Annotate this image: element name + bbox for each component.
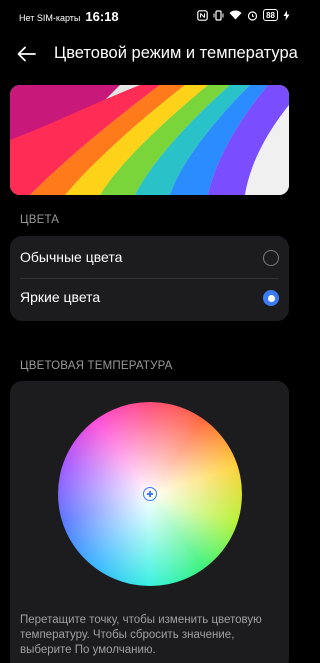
- radio-button-selected[interactable]: [263, 290, 279, 306]
- option-label: Яркие цвета: [20, 289, 101, 305]
- color-preview-image: [10, 85, 289, 195]
- temperature-section-label: ЦВЕТОВАЯ ТЕМПЕРАТУРА: [20, 360, 173, 372]
- carrier-text: Нет SIM-карты: [19, 13, 81, 23]
- colors-section-label: ЦВЕТА: [20, 214, 60, 226]
- clock: 16:18: [85, 9, 119, 24]
- color-temperature-wheel[interactable]: [58, 402, 242, 586]
- radio-button-unselected[interactable]: [263, 250, 279, 266]
- page-title: Цветовой режим и температура: [54, 44, 298, 62]
- back-button[interactable]: [14, 42, 40, 66]
- status-bar: Нет SIM-карты 16:18 88: [0, 0, 300, 32]
- vibrate-icon: [213, 9, 224, 21]
- battery-indicator: 88: [263, 9, 278, 21]
- app-header: Цветовой режим и температура: [0, 38, 300, 70]
- temperature-cursor-handle[interactable]: [143, 487, 157, 501]
- colors-card: Обычные цвета Яркие цвета: [10, 236, 289, 321]
- option-vivid-colors[interactable]: Яркие цвета: [10, 278, 289, 318]
- option-label: Обычные цвета: [20, 249, 123, 265]
- charging-icon: [283, 10, 290, 20]
- arrow-left-icon: [17, 46, 36, 62]
- nfc-icon: [197, 9, 208, 21]
- alarm-icon: [247, 10, 258, 21]
- temperature-hint-text: Перетащите точку, чтобы изменить цветову…: [20, 614, 262, 656]
- temperature-card: Перетащите точку, чтобы изменить цветову…: [10, 381, 289, 663]
- option-normal-colors[interactable]: Обычные цвета: [10, 238, 289, 279]
- wifi-icon: [229, 10, 242, 20]
